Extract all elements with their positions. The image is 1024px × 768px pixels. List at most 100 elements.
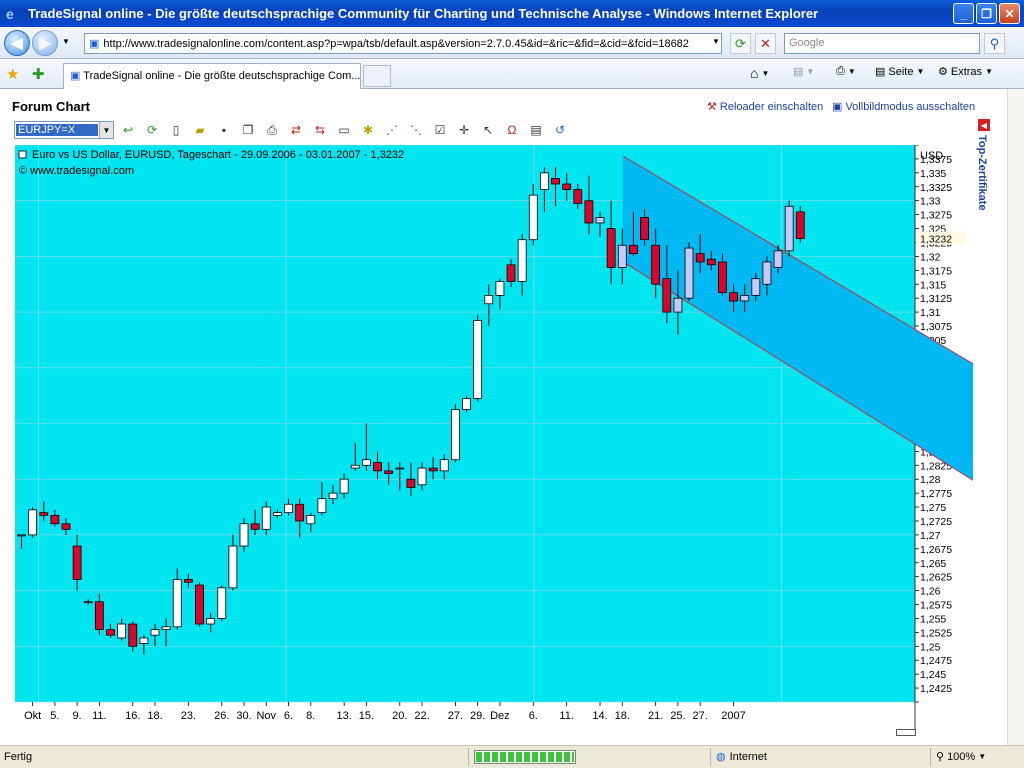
page-content: Forum Chart ⚒ Reloader einschalten ▣ Vol… [0, 89, 1024, 745]
stop-icon[interactable]: ✕ [755, 33, 776, 54]
chart-scroll-handle[interactable] [896, 729, 916, 736]
candle-body [562, 183, 572, 190]
properties-icon[interactable]: ☑ [430, 121, 450, 139]
x-tick-label: 27. [448, 710, 463, 722]
y-tick-label: 1,3175 [920, 265, 952, 277]
candle-body [540, 172, 549, 190]
forward-button[interactable]: ▶ [32, 30, 58, 56]
search-input[interactable]: Google [784, 33, 980, 54]
tab-label: TradeSignal online - Die größte deutschs… [83, 70, 361, 82]
candle-body [261, 506, 271, 530]
candle-body [128, 623, 138, 647]
close-button[interactable]: ✕ [999, 3, 1020, 24]
page-scrollbar[interactable] [1007, 89, 1024, 745]
minimize-button[interactable]: _ [953, 3, 974, 24]
export-icon[interactable]: ⇄ [286, 121, 306, 139]
x-tick-label: 29. [470, 710, 485, 722]
candle-body [317, 498, 327, 514]
candle-body [517, 239, 527, 282]
candle-body [662, 278, 672, 313]
candle-body [39, 512, 49, 516]
address-bar[interactable]: ▣ http://www.tradesignalonline.com/conte… [84, 33, 722, 54]
side-panel-tab[interactable]: ◀ Top-Zertifikate [975, 119, 993, 259]
address-dropdown-icon[interactable]: ▼ [712, 37, 720, 46]
new-tab-button[interactable] [363, 65, 391, 87]
zoom-control[interactable]: ⚲ 100% ▼ [936, 750, 986, 764]
tab-tradesignal[interactable]: ▣ TradeSignal online - Die größte deutsc… [63, 63, 361, 89]
y-tick-label: 1,2525 [920, 627, 952, 639]
candle-body [762, 261, 772, 285]
candle-body [295, 503, 305, 522]
print-icon: ⎙ [836, 65, 845, 77]
cursor-icon[interactable]: ↖ [478, 121, 498, 139]
candle-body [61, 523, 71, 530]
new-document-icon[interactable]: ▯ [166, 121, 186, 139]
price-chart[interactable]: 1,33751,3351,33251,331,32751,3251,32251,… [15, 144, 990, 733]
candle-body [751, 278, 761, 296]
candle-body [206, 618, 216, 625]
search-icon[interactable]: ⚲ [984, 33, 1005, 54]
candle-body [306, 515, 316, 525]
navigation-bar: ◀ ▶ ▼ ▣ http://www.tradesignalonline.com… [0, 27, 1024, 59]
chart-area[interactable]: 1,33751,3351,33251,331,32751,3251,32251,… [15, 144, 990, 733]
go-arrow-icon[interactable]: ↩ [118, 121, 138, 139]
x-tick-label: Okt [24, 710, 41, 722]
candle-body [50, 515, 60, 525]
save-icon[interactable]: ▪ [214, 121, 234, 139]
refresh-chart-icon[interactable]: ⟳ [142, 121, 162, 139]
y-tick-label: 1,31 [920, 307, 941, 319]
home-button[interactable]: ⌂ ▼ [750, 65, 769, 81]
y-tick-label: 1,32 [920, 251, 941, 263]
candle-body [417, 467, 427, 486]
add-favorite-icon[interactable]: ✚ [32, 65, 45, 83]
page-menu[interactable]: ▤ Seite ▼ [875, 65, 924, 79]
indicator-icon[interactable]: ✱ [358, 121, 378, 139]
refresh-icon[interactable]: ⟳ [730, 33, 751, 54]
candle-body [651, 244, 661, 285]
undo-icon[interactable]: ↺ [550, 121, 570, 139]
gear-icon: ⚙ [938, 66, 948, 78]
candle-body [339, 478, 349, 494]
import-icon[interactable]: ⇆ [310, 121, 330, 139]
candle-body [228, 545, 238, 589]
symbol-value: EURJPY=X [16, 124, 98, 136]
fullscreen-label: Vollbildmodus ausschalten [845, 101, 976, 113]
chart-title: Euro vs US Dollar, EURUSD, Tageschart - … [32, 149, 404, 161]
candle-body [439, 459, 449, 472]
candle-body [506, 264, 516, 282]
open-folder-icon[interactable]: ▰ [190, 121, 210, 139]
symbol-select[interactable]: EURJPY=X ▼ [14, 121, 114, 139]
side-panel-label: Top-Zertifikate [976, 135, 988, 211]
reloader-link[interactable]: ⚒ Reloader einschalten [707, 100, 823, 113]
fullscreen-link[interactable]: ▣ Vollbildmodus ausschalten [832, 100, 975, 113]
favorites-star-icon[interactable]: ★ [6, 65, 19, 83]
alert-icon[interactable]: ▤ [526, 121, 546, 139]
candle-body [94, 601, 104, 630]
chart-window-icon[interactable]: ▭ [334, 121, 354, 139]
reloader-label: Reloader einschalten [719, 101, 824, 113]
magnet-icon[interactable]: Ω [502, 121, 522, 139]
candle-body [606, 228, 616, 268]
print-button[interactable]: ⎙ ▼ [836, 65, 856, 78]
y-tick-label: 1,3125 [920, 293, 952, 305]
collapse-arrow-icon[interactable]: ◀ [978, 119, 990, 131]
maximize-button[interactable]: ❐ [976, 3, 997, 24]
copy-icon[interactable]: ❐ [238, 121, 258, 139]
candle-body [183, 579, 193, 583]
crosshair-icon[interactable]: ✛ [454, 121, 474, 139]
feeds-button[interactable]: ▤ ▼ [793, 65, 814, 78]
drawing-tools-icon[interactable]: ⋱ [406, 121, 426, 139]
candle-body [150, 629, 160, 636]
security-zone[interactable]: ◍ Internet [716, 750, 767, 764]
back-button[interactable]: ◀ [4, 30, 30, 56]
tools-menu[interactable]: ⚙ Extras ▼ [938, 65, 993, 79]
print-chart-icon[interactable]: ⎙ [262, 121, 282, 139]
y-tick-label: 1,26 [920, 586, 941, 598]
candle-body [795, 211, 805, 239]
history-dropdown-icon[interactable]: ▼ [62, 37, 70, 46]
tab-bar: ★ ✚ ▣ TradeSignal online - Die größte de… [0, 59, 1024, 89]
chart-type-icon[interactable]: ⋰ [382, 121, 402, 139]
progress-bar [474, 750, 576, 764]
y-tick-label: 1,255 [920, 613, 946, 625]
x-tick-label: 11. [559, 710, 573, 722]
